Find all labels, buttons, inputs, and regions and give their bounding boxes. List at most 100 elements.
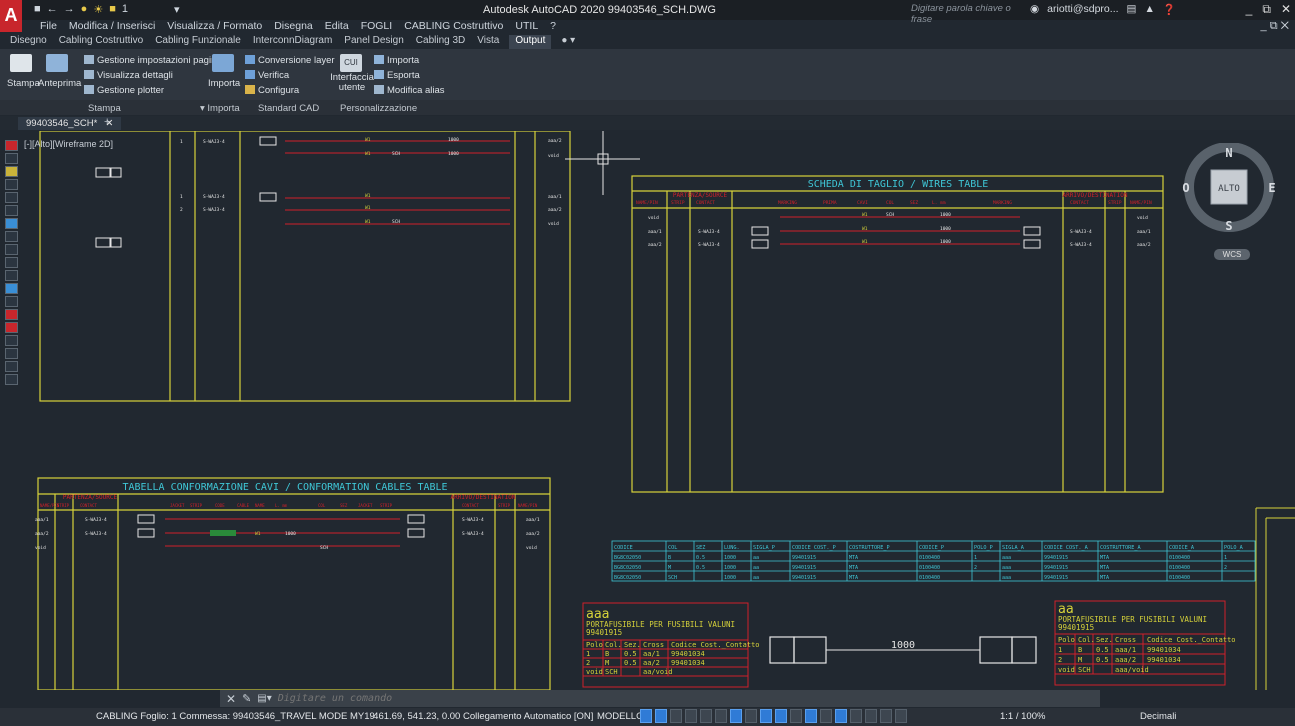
toolbar-tool-icon[interactable] — [5, 153, 18, 164]
import-button[interactable]: Importa — [208, 78, 240, 89]
tab-disegno[interactable]: Disegno — [8, 35, 49, 49]
preview-button[interactable]: Anteprima — [38, 78, 81, 89]
user-interface-button[interactable]: Interfaccia utente — [330, 73, 374, 93]
object-snap-toggle-icon[interactable] — [730, 709, 742, 723]
ortho-toggle-icon[interactable] — [670, 709, 682, 723]
tab-output[interactable]: Output — [509, 35, 552, 49]
keyword-search-input[interactable]: Digitare parola chiave o frase — [905, 3, 1023, 25]
menu-item[interactable]: ? — [550, 20, 556, 34]
selection-filter-icon[interactable] — [820, 709, 832, 723]
close-button[interactable]: ✕ — [1281, 2, 1291, 17]
binoculars-icon[interactable]: ◉ — [1030, 3, 1039, 16]
customization-import-button[interactable]: Importa — [374, 55, 419, 66]
plot-button[interactable]: Stampa — [7, 78, 40, 89]
menu-item[interactable]: CABLING Costruttivo — [404, 20, 503, 34]
polar-toggle-icon[interactable] — [685, 709, 697, 723]
units-button[interactable]: Decimali — [1140, 711, 1176, 722]
toolbar-tool-icon[interactable] — [5, 374, 18, 385]
menu-item[interactable]: UTIL — [515, 20, 538, 34]
layer-translator-button[interactable]: Conversione layer — [245, 55, 335, 66]
menu-item[interactable]: FOGLI — [361, 20, 393, 34]
menu-item[interactable]: File — [40, 20, 57, 34]
autodesk-a360-icon[interactable]: ▲ — [1144, 3, 1154, 16]
redo-icon[interactable]: → — [64, 3, 75, 16]
drawing-canvas[interactable]: 1 S-WAJ3-4 W1 W1 SCH 1000 1000 aaa/2 voi… — [0, 130, 1295, 691]
toolbar-tool-icon[interactable] — [5, 270, 18, 281]
toolbar-tool-icon[interactable] — [5, 361, 18, 372]
document-window-controls[interactable]: _ ⧉ ✕ — [1261, 20, 1289, 33]
gizmo-icon[interactable] — [835, 709, 847, 723]
menu-item[interactable]: Disegna — [274, 20, 313, 34]
dynamic-ucs-icon[interactable] — [805, 709, 817, 723]
page-setup-manager-button[interactable]: Gestione impostazioni pagina — [84, 55, 222, 66]
toolbar-tool-icon[interactable] — [5, 283, 18, 294]
undo-icon[interactable]: ← — [47, 3, 58, 16]
save-icon[interactable]: ■ — [34, 3, 41, 16]
toolbar-tool-icon[interactable] — [5, 231, 18, 242]
workspace-switch-icon[interactable] — [895, 709, 907, 723]
annotation-visibility-icon[interactable] — [850, 709, 862, 723]
model-space-button[interactable]: MODELLO — [597, 711, 643, 722]
check-standards-button[interactable]: Verifica — [245, 70, 289, 81]
toolbar-tool-icon[interactable] — [5, 205, 18, 216]
new-tab-button[interactable]: + — [104, 116, 110, 128]
toolbar-tool-icon[interactable] — [5, 192, 18, 203]
layer-color-icon[interactable]: ■ — [109, 3, 116, 16]
lineweight-toggle-icon[interactable] — [745, 709, 757, 723]
toolbar-tool-icon[interactable] — [5, 179, 18, 190]
toolbar-tool-icon[interactable] — [5, 166, 18, 177]
panel-label-cad-standards[interactable]: Standard CAD — [258, 103, 319, 114]
tab-cabling-costruttivo[interactable]: Cabling Costruttivo — [57, 35, 145, 49]
view-details-button[interactable]: Visualizza dettagli — [84, 70, 173, 81]
tab-vista[interactable]: Vista — [475, 35, 501, 49]
edit-aliases-button[interactable]: Modifica alias — [374, 85, 445, 96]
tab-interconndiagram[interactable]: InterconnDiagram — [251, 35, 334, 49]
panel-label-import[interactable]: ▾ Importa — [200, 103, 240, 114]
object-snap-tracking-icon[interactable] — [715, 709, 727, 723]
plotter-manager-button[interactable]: Gestione plotter — [84, 85, 164, 96]
isodraft-toggle-icon[interactable] — [700, 709, 712, 723]
toolbar-tool-icon[interactable] — [5, 257, 18, 268]
layer-current-label[interactable]: 1 — [122, 3, 128, 16]
annotation-scale-button[interactable]: 1:1 / 100% — [1000, 711, 1045, 722]
toolbar-tool-icon[interactable] — [5, 348, 18, 359]
status-coordinates[interactable]: -461.69, 541.23, 0.00 Collegamento Autom… — [370, 711, 593, 722]
wcs-menu-button[interactable]: WCS — [1214, 249, 1250, 260]
toolbar-tool-icon[interactable] — [5, 296, 18, 307]
sun-icon[interactable]: ☀ — [93, 3, 103, 16]
configure-standards-button[interactable]: Configura — [245, 85, 299, 96]
viewport-controls-label[interactable]: [-][Alto][Wireframe 2D] — [24, 139, 113, 149]
viewcube[interactable]: ALTO N S E O — [1182, 142, 1280, 263]
ribbon-minimize-toggle[interactable]: ● ▾ — [559, 35, 577, 49]
minimize-button[interactable]: _ — [1246, 2, 1253, 17]
tab-panel-design[interactable]: Panel Design — [342, 35, 405, 49]
toolbar-tool-icon[interactable] — [5, 244, 18, 255]
selection-cycling-icon[interactable] — [775, 709, 787, 723]
menu-item[interactable]: Modifica / Inserisci — [69, 20, 155, 34]
tab-cabling-funzionale[interactable]: Cabling Funzionale — [153, 35, 243, 49]
restore-button[interactable]: ⧉ — [1262, 2, 1271, 17]
help-icon[interactable]: ❓ — [1163, 3, 1176, 16]
recent-commands-icon[interactable]: ▤▾ — [257, 693, 271, 704]
3d-osnap-icon[interactable] — [790, 709, 802, 723]
close-command-line-icon[interactable]: ✕ — [226, 692, 236, 706]
menu-item[interactable]: Edita — [325, 20, 349, 34]
toolbar-tool-icon[interactable] — [5, 218, 18, 229]
customize-command-line-icon[interactable]: ✎ — [242, 692, 251, 705]
tab-cabling-3d[interactable]: Cabling 3D — [414, 35, 467, 49]
cart-icon[interactable]: ▤ — [1127, 3, 1137, 16]
toolbar-tool-icon[interactable] — [5, 140, 18, 151]
menu-item[interactable]: Visualizza / Formato — [167, 20, 262, 34]
annotation-scale-icon[interactable] — [880, 709, 892, 723]
snap-toggle-icon[interactable] — [655, 709, 667, 723]
toolbar-tool-icon[interactable] — [5, 322, 18, 333]
toolbar-tool-icon[interactable] — [5, 335, 18, 346]
panel-label-customization[interactable]: Personalizzazione — [340, 103, 417, 114]
autocad-logo-button[interactable]: A — [0, 0, 22, 32]
panel-label-plot[interactable]: Stampa — [88, 103, 121, 114]
qat-dropdown-icon[interactable]: ▾ — [174, 3, 180, 16]
export-button[interactable]: Esporta — [374, 70, 420, 81]
auto-scale-icon[interactable] — [865, 709, 877, 723]
grid-toggle-icon[interactable] — [640, 709, 652, 723]
transparency-toggle-icon[interactable] — [760, 709, 772, 723]
